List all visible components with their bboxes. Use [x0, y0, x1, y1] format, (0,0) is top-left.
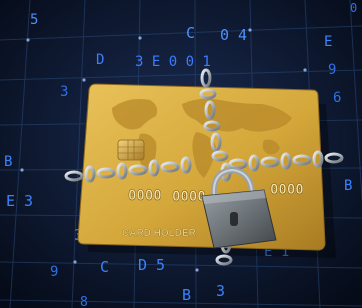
digit: B — [344, 178, 352, 194]
digit: 0 4 — [220, 26, 247, 44]
digit: E 3 — [6, 192, 33, 210]
digit: B — [4, 154, 12, 170]
digit: 0 — [350, 1, 357, 15]
digit: E — [324, 34, 332, 50]
card-number-group: 0000 — [270, 182, 304, 198]
digit: B — [182, 286, 191, 304]
digit: 6 — [333, 90, 341, 106]
card-number-group: 0000 — [172, 189, 206, 205]
digit: C — [186, 24, 195, 42]
digit: 3 — [60, 84, 68, 100]
digit: 8 — [80, 295, 88, 308]
digit: 9 — [50, 264, 58, 280]
card-number-group: 0000 — [128, 188, 162, 204]
digit: 5 — [30, 12, 38, 28]
card-chip — [117, 139, 145, 161]
digit: D 5 — [138, 256, 165, 274]
digit: D — [96, 52, 104, 68]
card-holder-label: CARD HOLDER — [122, 228, 197, 239]
locked-credit-card-photo: 5 C 0 4 D 3 E 0 0 1 E 3 9 6 B E 3 B 3 0 … — [0, 0, 362, 308]
digit: 9 — [328, 62, 336, 78]
digit: C — [100, 258, 109, 276]
digit: 3 — [216, 282, 225, 300]
digit: 3 E 0 0 1 — [135, 54, 211, 70]
